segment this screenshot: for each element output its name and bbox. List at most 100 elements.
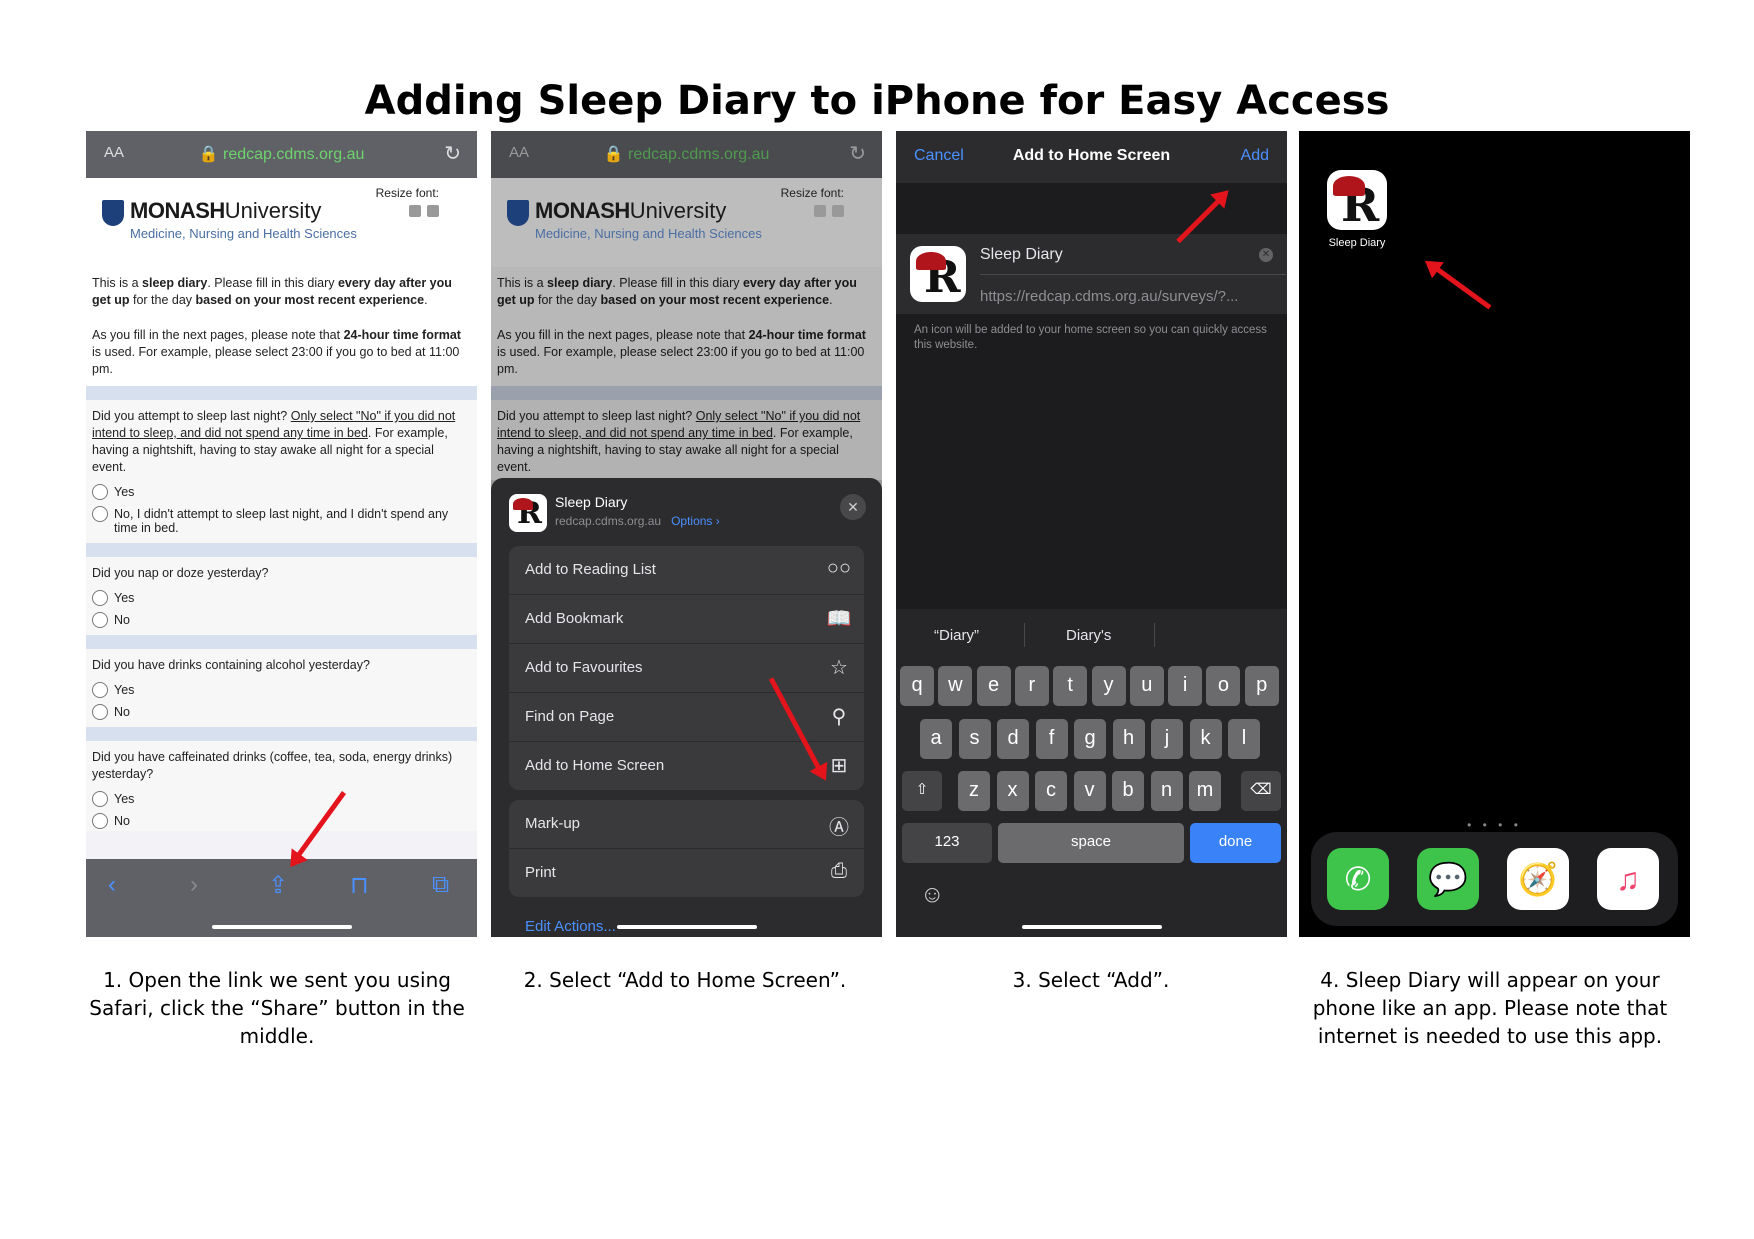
- divider: [86, 386, 477, 400]
- screenshot-safari-survey: AA 🔒 redcap.cdms.org.au ↻ MONASHUniversi…: [86, 131, 477, 937]
- question-alcohol: Did you have drinks containing alcohol y…: [86, 649, 477, 678]
- key-u[interactable]: u: [1129, 666, 1164, 706]
- resize-font-buttons[interactable]: [403, 204, 439, 222]
- printer-icon: ⎙: [831, 860, 847, 882]
- action-find-on-page[interactable]: Find on Page ⚲: [509, 693, 864, 742]
- resize-font-label: Resize font:: [375, 186, 439, 200]
- back-icon[interactable]: ‹: [108, 871, 116, 899]
- suggestion-1[interactable]: “Diary”: [934, 627, 979, 644]
- safari-app-icon[interactable]: 🧭: [1507, 848, 1569, 910]
- key-s[interactable]: s: [958, 719, 991, 759]
- music-app-icon[interactable]: ♫: [1597, 848, 1659, 910]
- reload-icon[interactable]: ↻: [444, 141, 461, 166]
- key-q[interactable]: q: [900, 666, 934, 706]
- radio-yes[interactable]: Yes: [86, 678, 477, 700]
- caption-step-4: 4. Sleep Diary will appear on your phone…: [1312, 968, 1668, 1048]
- done-key[interactable]: done: [1190, 823, 1281, 863]
- edit-actions-link[interactable]: Edit Actions...: [525, 918, 616, 935]
- divider: [491, 386, 882, 400]
- radio-yes[interactable]: Yes: [86, 787, 477, 809]
- sleep-diary-app-icon[interactable]: R: [1327, 170, 1387, 232]
- key-b[interactable]: b: [1112, 771, 1144, 811]
- key-t[interactable]: t: [1053, 666, 1088, 706]
- intro-text-1: This is a sleep diary. Please fill in th…: [86, 267, 477, 317]
- radio-no[interactable]: No: [86, 809, 477, 831]
- shift-key-icon[interactable]: ⇧: [902, 771, 942, 811]
- divider: [980, 274, 1287, 275]
- key-e[interactable]: e: [976, 666, 1011, 706]
- messages-app-icon[interactable]: 💬: [1417, 848, 1479, 910]
- reload-icon[interactable]: ↻: [849, 141, 866, 166]
- key-y[interactable]: y: [1091, 666, 1126, 706]
- key-d[interactable]: d: [997, 719, 1029, 759]
- key-f[interactable]: f: [1035, 719, 1068, 759]
- key-i[interactable]: i: [1168, 666, 1203, 706]
- emoji-icon[interactable]: ☺: [920, 881, 945, 909]
- key-r[interactable]: r: [1014, 666, 1049, 706]
- tabs-icon[interactable]: ⧉: [432, 871, 449, 899]
- key-o[interactable]: o: [1206, 666, 1241, 706]
- logo-subtitle: Medicine, Nursing and Health Sciences: [130, 226, 357, 241]
- search-icon: ⚲: [831, 706, 847, 728]
- divider: [86, 543, 477, 557]
- radio-yes[interactable]: Yes: [86, 586, 477, 608]
- cap-icon: [513, 498, 533, 510]
- info-note: An icon will be added to your home scree…: [914, 324, 1267, 351]
- action-mark-up[interactable]: Mark-up Ⓐ: [509, 800, 864, 849]
- key-n[interactable]: n: [1150, 771, 1183, 811]
- action-print[interactable]: Print ⎙: [509, 849, 864, 897]
- address-bar[interactable]: AA 🔒 redcap.cdms.org.au ↻: [491, 131, 882, 178]
- name-input[interactable]: Sleep Diary: [980, 246, 1063, 264]
- radio-yes[interactable]: Yes: [86, 480, 477, 502]
- key-z[interactable]: z: [958, 771, 990, 811]
- keyboard: “Diary” Diary's qwertyuiop asdfghjkl zxc…: [896, 609, 1287, 937]
- key-123[interactable]: 123: [902, 823, 992, 863]
- radio-no[interactable]: No: [86, 700, 477, 727]
- question-nap: Did you nap or doze yesterday?: [86, 557, 477, 586]
- glasses-icon: ○○: [826, 557, 852, 579]
- close-icon[interactable]: ✕: [840, 494, 866, 520]
- key-c[interactable]: c: [1035, 771, 1067, 811]
- action-add-to-favourites[interactable]: Add to Favourites ☆: [509, 644, 864, 693]
- radio-no[interactable]: No: [86, 608, 477, 635]
- screenshot-share-sheet: AA 🔒 redcap.cdms.org.au ↻ MONASHUniversi…: [491, 131, 882, 937]
- key-a[interactable]: a: [920, 719, 952, 759]
- key-v[interactable]: v: [1073, 771, 1106, 811]
- add-button[interactable]: Add: [1241, 147, 1269, 165]
- monash-logo: MONASHUniversity: [130, 198, 321, 224]
- suggestion-2[interactable]: Diary's: [1066, 627, 1111, 644]
- bookmarks-icon[interactable]: ⊓: [350, 871, 369, 900]
- book-icon: 📖: [826, 608, 852, 630]
- key-m[interactable]: m: [1189, 771, 1221, 811]
- url-text: 🔒 redcap.cdms.org.au: [603, 146, 770, 163]
- key-j[interactable]: j: [1151, 719, 1183, 759]
- key-x[interactable]: x: [996, 771, 1029, 811]
- radio-no[interactable]: No, I didn't attempt to sleep last night…: [86, 502, 477, 543]
- key-p[interactable]: p: [1244, 666, 1279, 706]
- key-l[interactable]: l: [1228, 719, 1260, 759]
- address-bar[interactable]: AA 🔒 redcap.cdms.org.au ↻: [86, 131, 477, 178]
- share-icon[interactable]: ⇪: [268, 871, 288, 900]
- url-label: redcap.cdms.org.au: [627, 146, 770, 163]
- screenshot-add-to-home-screen: Cancel Add to Home Screen Add R Sleep Di…: [896, 131, 1287, 937]
- font-decrease-icon[interactable]: [427, 205, 439, 217]
- share-sheet: R Sleep Diary redcap.cdms.org.au Options…: [491, 478, 882, 937]
- caption-step-1: 1. Open the link we sent you using Safar…: [89, 968, 465, 1048]
- phone-app-icon[interactable]: ✆: [1327, 848, 1389, 910]
- app-label: Sleep Diary: [1328, 237, 1386, 249]
- options-link[interactable]: Options ›: [671, 514, 720, 528]
- divider: [86, 727, 477, 741]
- clear-icon[interactable]: ✕: [1259, 248, 1273, 262]
- font-increase-icon[interactable]: [409, 205, 421, 217]
- key-h[interactable]: h: [1112, 719, 1145, 759]
- delete-key-icon[interactable]: ⌫: [1241, 771, 1281, 811]
- key-k[interactable]: k: [1189, 719, 1222, 759]
- action-add-bookmark[interactable]: Add Bookmark 📖: [509, 595, 864, 644]
- action-add-to-reading-list[interactable]: Add to Reading List ○○: [509, 546, 864, 595]
- space-key[interactable]: space: [998, 823, 1184, 863]
- key-w[interactable]: w: [938, 666, 973, 706]
- divider: [1024, 623, 1025, 647]
- action-group-2: Mark-up Ⓐ Print ⎙: [509, 800, 864, 897]
- key-g[interactable]: g: [1074, 719, 1106, 759]
- forward-icon[interactable]: ›: [190, 871, 198, 899]
